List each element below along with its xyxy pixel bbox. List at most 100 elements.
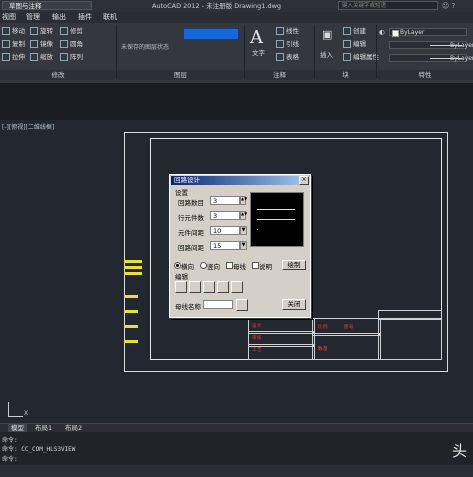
title-block-text: 数量 (318, 347, 328, 352)
menu-online[interactable]: 联机 (103, 13, 117, 22)
title-block-divider (312, 333, 380, 336)
busbar-checkbox[interactable] (226, 262, 233, 269)
add-junction-icon[interactable] (203, 281, 215, 293)
bracket-icon[interactable] (231, 281, 243, 293)
command-history-line: 命令: CC_COM_HLS3VIEW (2, 446, 76, 453)
marker (124, 325, 138, 328)
trim-icon (60, 27, 68, 35)
circuit-spacing-select[interactable]: 15 (210, 241, 240, 250)
array-tool[interactable]: 阵列 (60, 53, 83, 61)
circuit-count-spinner[interactable]: ▲▼ (240, 196, 247, 205)
leader-label: 引线 (286, 40, 299, 48)
dialog-title[interactable]: 回路设计 (171, 176, 309, 185)
title-block-header (378, 310, 442, 320)
stretch-tool[interactable]: 拉伸 (2, 53, 25, 61)
linetype-dropdown[interactable]: ByLayer (389, 41, 473, 49)
cross-junction-icon[interactable] (217, 281, 229, 293)
layer-dropdown[interactable] (183, 28, 239, 40)
leader-tool[interactable]: 引线 (276, 40, 299, 48)
ribbon-gap (0, 84, 473, 120)
element-spacing-select[interactable]: 10 (210, 226, 240, 235)
viewport-label[interactable]: [-][俯视][二维线框] (2, 122, 54, 131)
create-block-icon (343, 27, 351, 35)
create-block-tool[interactable]: 创建 (343, 27, 366, 35)
menu-output[interactable]: 输出 (52, 13, 66, 22)
search-input[interactable]: 键入关键字或短语 (338, 1, 438, 10)
horizontal-radio[interactable] (174, 262, 181, 269)
move-tool[interactable]: 移动 (2, 27, 25, 35)
move-label: 移动 (12, 27, 25, 35)
panel-annotation[interactable]: 注释 (245, 70, 314, 80)
circuit-design-dialog: 回路设计 × 设置 回路数目 3 ▲▼ 行元件数 3 ▲▼ 元件间距 10 ▼ … (169, 174, 311, 318)
row-elements-label: 行元件数 (178, 214, 204, 222)
draw-button[interactable]: 绘制 (282, 260, 306, 270)
row-elements-spinner[interactable]: ▲▼ (240, 211, 247, 220)
leader-icon (276, 40, 284, 48)
circuit-count-input[interactable]: 3 (210, 196, 240, 205)
fillet-tool[interactable]: 圆角 (60, 40, 83, 48)
insert-block-icon[interactable]: ▣ (322, 29, 332, 40)
panel-layers[interactable]: 图层 (117, 70, 244, 80)
trim-label: 修剪 (70, 27, 83, 35)
element-spacing-dropdown-icon[interactable]: ▼ (240, 226, 247, 235)
copy-label: 复制 (12, 40, 25, 48)
fillet-icon (60, 40, 68, 48)
array-label: 阵列 (70, 53, 83, 61)
trim-tool[interactable]: 修剪 (60, 27, 83, 35)
draw-diagonal-icon[interactable] (189, 281, 201, 293)
close-button[interactable]: 关闭 (282, 299, 306, 310)
busbar-label: 母线 (233, 263, 246, 271)
marker (124, 310, 138, 313)
panel-block[interactable]: 块 (315, 70, 376, 80)
preview-line (257, 229, 258, 230)
title-block-text: 设计 (252, 324, 262, 329)
vertical-radio[interactable] (200, 262, 207, 269)
panel-modify[interactable]: 修改 (0, 70, 116, 80)
scale-tool[interactable]: 缩放 (30, 53, 53, 61)
linear-dim-label: 线性 (286, 27, 299, 35)
mirror-label: 镜像 (40, 40, 53, 48)
busbar-pick-icon[interactable] (236, 299, 248, 311)
title-block-divider (312, 318, 315, 360)
command-input[interactable]: 命令: (2, 454, 18, 463)
mirror-icon (30, 40, 38, 48)
linear-dim-tool[interactable]: 线性 (276, 27, 299, 35)
window-controls[interactable]: ☺ ? (442, 1, 455, 11)
lineweight-dropdown[interactable]: ByLayer (389, 54, 473, 62)
insert-block-label: 插入 (320, 51, 333, 59)
title-block-text: 图号 (344, 325, 354, 330)
panel-properties[interactable]: 特性 (377, 70, 473, 80)
scale-label: 缩放 (40, 53, 53, 61)
busbar-name-input[interactable] (203, 300, 233, 309)
marker (124, 272, 142, 275)
edit-block-icon (343, 40, 351, 48)
dialog-close-button[interactable]: × (299, 176, 309, 185)
status-bar (0, 465, 473, 477)
workspace-dropdown[interactable]: 草图与注释 (2, 1, 92, 10)
mirror-tool[interactable]: 镜像 (30, 40, 53, 48)
match-properties-icon[interactable]: ◐ (379, 28, 385, 36)
help-icon[interactable]: ? (452, 2, 456, 10)
linear-dim-icon (276, 27, 284, 35)
edit-block-tool[interactable]: 编辑 (343, 40, 366, 48)
marker (124, 266, 142, 269)
rotate-tool[interactable]: 旋转 (30, 27, 53, 35)
menu-plugins[interactable]: 插件 (78, 13, 92, 22)
user-icon[interactable]: ☺ (442, 2, 449, 10)
text-tool-icon[interactable]: A (250, 27, 263, 48)
layer-state-dropdown[interactable]: 未保存的图层状态 (121, 42, 169, 51)
circuit-preview (250, 192, 304, 247)
table-tool[interactable]: 表格 (276, 53, 299, 61)
row-elements-input[interactable]: 3 (210, 211, 240, 220)
draw-line-icon[interactable] (175, 281, 187, 293)
menu-manage[interactable]: 管理 (26, 13, 40, 22)
note-checkbox[interactable] (252, 262, 259, 269)
edit-attributes-tool[interactable]: 编辑属性 (343, 53, 379, 61)
vertical-label: 竖向 (207, 263, 220, 271)
copy-tool[interactable]: 复制 (2, 40, 25, 48)
table-icon (276, 53, 284, 61)
menu-view[interactable]: 视图 (2, 13, 16, 22)
color-dropdown[interactable]: ByLayer (389, 28, 467, 37)
circuit-spacing-dropdown-icon[interactable]: ▼ (240, 241, 247, 250)
color-value: ByLayer (400, 29, 425, 36)
